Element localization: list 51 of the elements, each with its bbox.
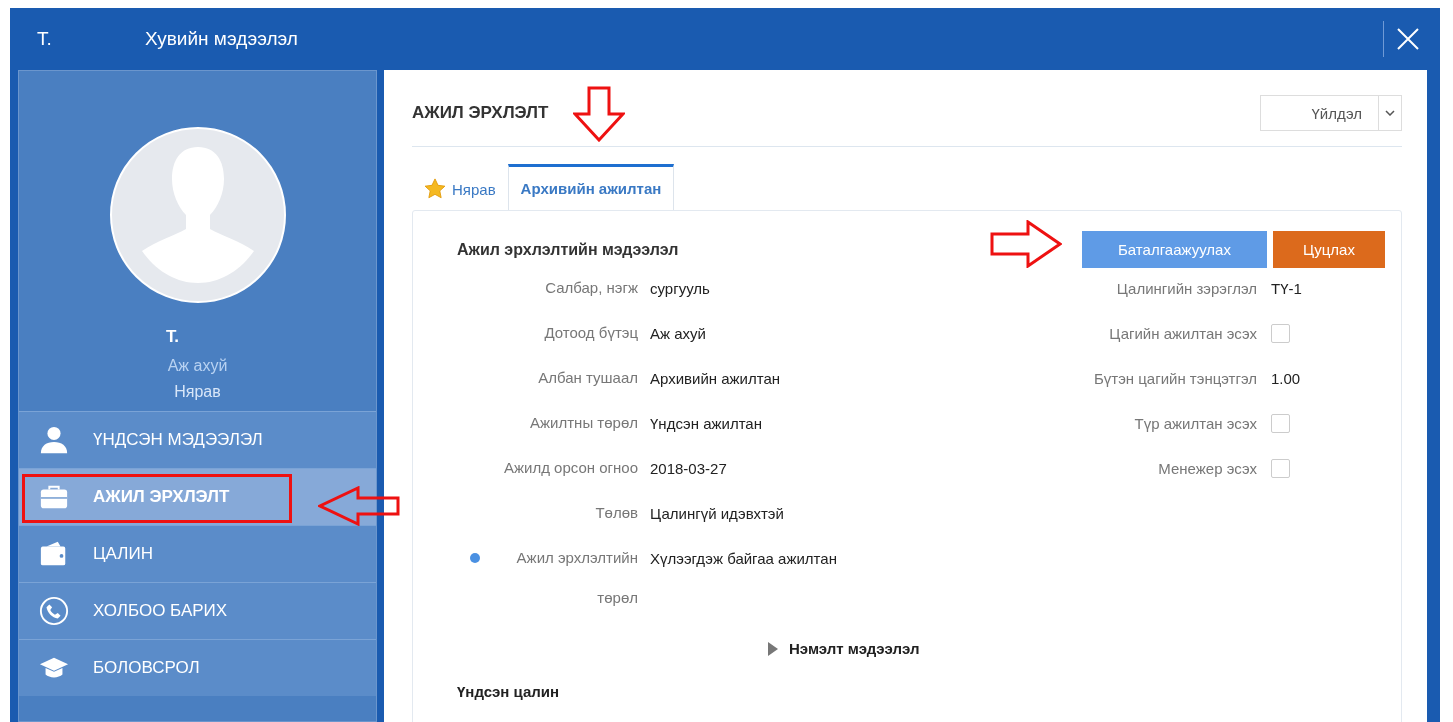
field-value: Үндсэн ажилтан xyxy=(650,414,762,434)
field-value: 1.00 xyxy=(1271,370,1301,387)
field-label: Түр ажилтан эсэх xyxy=(1133,415,1258,432)
field-value: ТҮ-1 xyxy=(1271,280,1302,297)
field-label: Салбар, нэгж xyxy=(544,278,639,298)
field-value: Хүлээгдэж байгаа ажилтан xyxy=(650,549,837,569)
field-label: Цалингийн зэрэглэл xyxy=(1115,280,1258,297)
annotation-arrow xyxy=(573,86,625,142)
phone-icon xyxy=(39,596,69,626)
subsection-heading: Үндсэн цалин xyxy=(457,683,561,700)
sidebar-item[interactable]: ХОЛБОО БАРИХ xyxy=(19,582,376,639)
close-button[interactable] xyxy=(1396,27,1420,51)
field-value: Архивийн ажилтан xyxy=(650,369,781,389)
window-title: Хувийн мэдээлэл xyxy=(145,28,299,50)
field-value: 2018-03-27 xyxy=(650,459,727,479)
profile-department: Аж ахуй xyxy=(167,357,228,375)
field-label: Ажил эрхлэлтийн төрөл xyxy=(457,548,650,618)
checkbox[interactable] xyxy=(1271,324,1290,343)
star-icon xyxy=(424,178,446,200)
field-label: Цагийн ажилтан эсэх xyxy=(1108,325,1258,342)
field-value: Цалингүй идэвхтэй xyxy=(650,504,784,524)
field-value: Аж ахуй xyxy=(650,324,706,344)
field-label: Бүтэн цагийн тэнцэтгэл xyxy=(1092,370,1258,387)
checkbox[interactable] xyxy=(1271,414,1290,433)
required-dot-icon xyxy=(470,553,480,563)
tab[interactable]: Нярав xyxy=(412,168,508,210)
profile-name: Т. xyxy=(165,327,180,347)
section-title: АЖИЛ ЭРХЛЭЛТ xyxy=(412,103,549,123)
field-value: сургууль xyxy=(650,279,710,299)
tab[interactable]: Архивийн ажилтан xyxy=(507,164,675,210)
field-label: Ажилд орсон огноо xyxy=(502,458,639,478)
confirm-button[interactable]: Баталгаажуулах xyxy=(1082,231,1267,268)
close-icon xyxy=(1396,27,1420,51)
action-select[interactable]: Үйлдэл xyxy=(1260,95,1402,131)
checkbox[interactable] xyxy=(1271,459,1290,478)
more-info-toggle[interactable]: Нэмэлт мэдээлэл xyxy=(767,640,920,657)
field-label: Дотоод бүтэц xyxy=(543,323,639,343)
field-label: Төлөв xyxy=(594,503,639,523)
window-label: Т. xyxy=(37,28,53,50)
cancel-button[interactable]: Цуцлах xyxy=(1273,231,1385,268)
annotation-arrow xyxy=(990,220,1062,268)
profile-position: Нярав xyxy=(174,383,221,401)
sidebar-item[interactable]: ЦАЛИН xyxy=(19,525,376,582)
caret-right-icon xyxy=(767,640,779,657)
person-icon xyxy=(39,425,69,455)
form-heading: Ажил эрхлэлтийн мэдээлэл xyxy=(457,240,679,259)
sidebar-item[interactable]: БОЛОВСРОЛ xyxy=(19,639,376,696)
field-label: Албан тушаал xyxy=(537,368,639,388)
sidebar-item[interactable]: ҮНДСЭН МЭДЭЭЛЭЛ xyxy=(19,411,376,468)
field-label: Менежер эсэх xyxy=(1157,460,1258,477)
field-label: Ажилтны төрөл xyxy=(529,413,639,433)
